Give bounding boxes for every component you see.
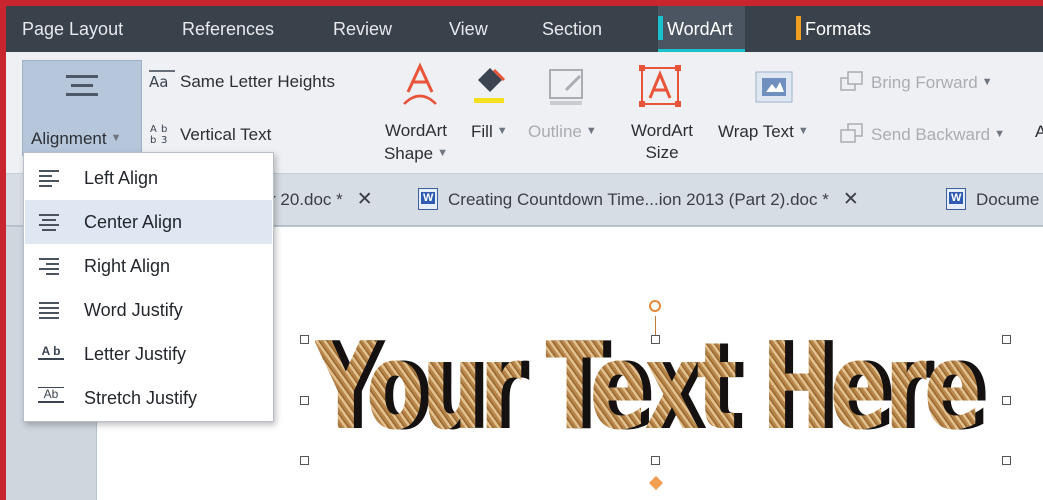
vertical-text-icon: Abb3: [150, 124, 167, 146]
svg-text:A: A: [150, 124, 157, 135]
rotation-connector: [655, 316, 656, 336]
menu-item-word-justify[interactable]: Word Justify: [25, 288, 272, 332]
menu-item-label: Word Justify: [84, 300, 183, 320]
alignment-dropdown-menu: Left Align Center Align Right Align Word…: [23, 152, 274, 422]
resize-handle[interactable]: [300, 396, 309, 405]
tab-view[interactable]: View: [449, 6, 488, 52]
send-backward-icon: [840, 123, 863, 143]
chevron-down-icon: ▼: [585, 125, 597, 137]
wrap-text-button[interactable]: Wrap Text ▼: [718, 122, 809, 142]
center-align-icon: [64, 75, 100, 105]
same-letter-heights-button[interactable]: Aa Same Letter Heights: [148, 70, 335, 92]
wordart-size-icon: [639, 65, 681, 107]
chevron-down-icon: ▼: [110, 132, 122, 144]
letter-justify-icon: A b: [38, 344, 64, 360]
resize-handle[interactable]: [651, 456, 660, 465]
resize-handle[interactable]: [300, 456, 309, 465]
menu-item-label: Right Align: [84, 256, 171, 276]
right-align-icon: [39, 258, 59, 275]
outline-label: Outline: [528, 122, 582, 141]
svg-text:b: b: [150, 135, 156, 144]
close-icon[interactable]: ✕: [843, 189, 859, 210]
tab-formats[interactable]: Formats: [796, 6, 871, 52]
doc-tab-label: Creating Countdown Time...ion 2013 (Part…: [448, 190, 829, 209]
chevron-down-icon: ▼: [797, 125, 809, 137]
context-tab-marker: [658, 16, 663, 40]
outline-button[interactable]: Outline ▼: [528, 122, 597, 142]
bring-forward-label: Bring Forward: [871, 73, 978, 92]
chevron-down-icon: ▼: [994, 128, 1005, 140]
fill-label: Fill: [471, 122, 493, 141]
menu-item-label: Left Align: [84, 168, 159, 188]
close-icon[interactable]: ✕: [357, 189, 373, 210]
svg-text:Aa: Aa: [149, 73, 168, 90]
wrap-text-label: Wrap Text: [718, 122, 794, 141]
vertical-text-label: Vertical Text: [180, 125, 272, 144]
bring-forward-button[interactable]: Bring Forward ▼: [839, 70, 993, 93]
tab-references[interactable]: References: [182, 6, 274, 52]
send-backward-label: Send Backward: [871, 125, 991, 144]
doc-tab[interactable]: Creating Countdown Time...ion 2013 (Part…: [418, 174, 859, 226]
chevron-down-icon: ▼: [496, 125, 508, 137]
doc-tab-label: r 20.doc *: [270, 190, 343, 209]
wordart-size-label: WordArt: [630, 121, 694, 140]
cut-off-ribbon-item[interactable]: A: [1035, 122, 1043, 142]
wrap-text-icon: [755, 71, 793, 103]
svg-text:3: 3: [161, 135, 167, 144]
alignment-label: Alignment: [31, 129, 107, 148]
doc-tab-label: Docume: [976, 190, 1040, 209]
send-backward-button[interactable]: Send Backward ▼: [839, 122, 1005, 145]
tab-wordart-label: WordArt: [667, 19, 733, 39]
menu-item-stretch-justify[interactable]: Ab Stretch Justify: [25, 376, 272, 420]
svg-text:b: b: [161, 124, 167, 135]
wordart-shape-label: WordArt: [384, 121, 448, 140]
resize-handle[interactable]: [651, 335, 660, 344]
rotation-handle[interactable]: [649, 300, 661, 312]
tab-formats-label: Formats: [805, 19, 872, 39]
bring-forward-icon: [840, 71, 863, 91]
resize-handle[interactable]: [1002, 456, 1011, 465]
same-letter-heights-label: Same Letter Heights: [180, 72, 335, 91]
menu-tab-bar: Page Layout References Review View Secti…: [0, 6, 1043, 52]
context-tab-marker: [796, 16, 801, 40]
center-align-icon: [39, 214, 59, 231]
stretch-justify-icon: Ab: [38, 387, 64, 403]
wordart-shape-icon: [403, 62, 437, 105]
tab-section[interactable]: Section: [542, 6, 602, 52]
chevron-down-icon: ▼: [437, 147, 449, 159]
menu-item-label: Letter Justify: [84, 344, 187, 364]
fill-button[interactable]: Fill ▼: [471, 122, 508, 142]
left-align-icon: [39, 170, 59, 187]
wordart-size-button[interactable]: WordArt Size: [616, 120, 708, 164]
wordart-shape-button[interactable]: WordArt Shape ▼: [370, 120, 462, 165]
menu-item-left-align[interactable]: Left Align: [25, 156, 272, 200]
tab-page-layout[interactable]: Page Layout: [22, 6, 123, 52]
doc-tab[interactable]: r 20.doc * ✕: [270, 174, 373, 226]
wordart-text[interactable]: Your Text Here: [315, 318, 979, 458]
fill-bucket-icon: [474, 68, 506, 103]
menu-item-right-align[interactable]: Right Align: [25, 244, 272, 288]
word-doc-icon: [946, 188, 966, 210]
tab-review[interactable]: Review: [333, 6, 392, 52]
chevron-down-icon: ▼: [981, 76, 993, 88]
menu-item-center-align[interactable]: Center Align: [25, 200, 272, 244]
word-justify-icon: [39, 302, 59, 319]
resize-handle[interactable]: [300, 335, 309, 344]
wordart-size-label-2: Size: [645, 143, 679, 162]
outline-pen-icon: [549, 69, 583, 105]
window-left-border: [0, 0, 6, 500]
menu-item-label: Stretch Justify: [84, 388, 198, 408]
tab-wordart[interactable]: WordArt: [658, 6, 745, 52]
wordart-shape-label-2: Shape: [383, 144, 434, 163]
menu-item-letter-justify[interactable]: A b Letter Justify: [25, 332, 272, 376]
same-letter-heights-icon: Aa: [149, 70, 175, 91]
resize-handle[interactable]: [1002, 335, 1011, 344]
resize-handle[interactable]: [1002, 396, 1011, 405]
menu-item-label: Center Align: [84, 212, 183, 232]
window-top-border: [0, 0, 1043, 6]
doc-tab[interactable]: Docume: [946, 174, 1039, 226]
alignment-button[interactable]: Alignment ▼: [22, 60, 142, 156]
vertical-text-button[interactable]: Ab b 3 Vertical Text: [148, 122, 272, 146]
word-doc-icon: [418, 188, 438, 210]
